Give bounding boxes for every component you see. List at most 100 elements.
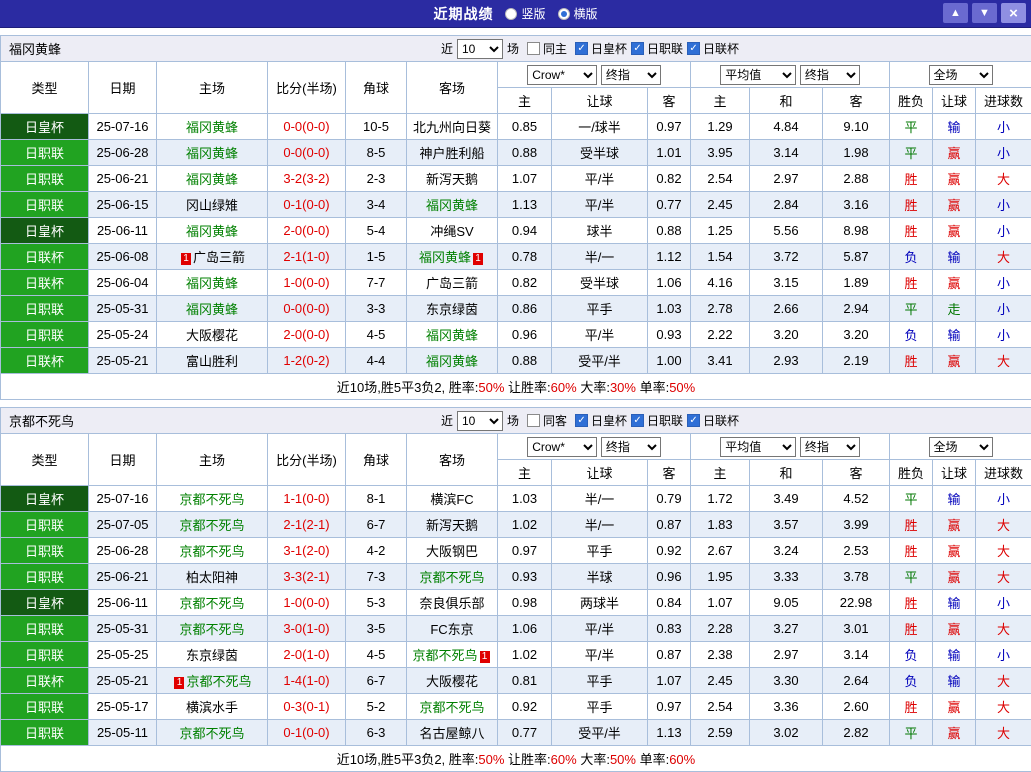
euro-home-odds: 1.29 <box>691 114 750 140</box>
col-header-type: 类型 <box>1 434 89 486</box>
outcome-cell: 平 <box>890 486 933 512</box>
asian-handicap-line: 半/一 <box>552 244 648 270</box>
home-team-cell: 东京绿茵 <box>157 642 268 668</box>
asian-away-odds: 1.13 <box>648 720 691 746</box>
cup-filter[interactable]: ✓日皇杯 <box>575 40 627 57</box>
asian-handicap-line: 半/一 <box>552 486 648 512</box>
euro-draw-odds: 3.20 <box>750 322 823 348</box>
match-row: 日皇杯25-07-16福冈黄蜂0-0(0-0)10-5北九州向日葵0.85一/球… <box>1 114 1031 140</box>
outcome-cell: 负 <box>890 244 933 270</box>
radio-unselected-icon[interactable] <box>505 8 517 20</box>
handicap-outcome-cell: 赢 <box>933 218 976 244</box>
checkbox-unchecked-icon[interactable] <box>527 414 540 427</box>
corners-cell: 8-1 <box>346 486 407 512</box>
checkbox-checked-icon[interactable]: ✓ <box>575 414 588 427</box>
scope-select[interactable]: 全场 <box>929 437 993 457</box>
col-header-home: 主场 <box>157 434 268 486</box>
match-type: 日职联 <box>1 322 89 348</box>
move-up-button[interactable]: ▲ <box>943 3 968 23</box>
recent-label: 近 <box>441 40 453 57</box>
asian-bookmaker-select[interactable]: Crow* <box>527 65 597 85</box>
col-header-away: 客场 <box>407 62 498 114</box>
checkbox-checked-icon[interactable]: ✓ <box>631 414 644 427</box>
layout-option-horizontal[interactable]: 横版 <box>558 5 598 22</box>
cup-filter[interactable]: ✓日联杯 <box>687 40 739 57</box>
sub-col-ah-line: 让球 <box>552 460 648 486</box>
euro-odds-type-select[interactable]: 终指 <box>800 437 860 457</box>
sub-col-eu-away: 客 <box>823 460 890 486</box>
cup-filter[interactable]: ✓日联杯 <box>687 412 739 429</box>
match-type: 日职联 <box>1 642 89 668</box>
summary-segment: 单率: <box>636 752 669 767</box>
close-button[interactable]: × <box>1001 3 1026 23</box>
asian-home-odds: 1.02 <box>498 512 552 538</box>
corners-cell: 5-3 <box>346 590 407 616</box>
team-label: 京都不死鸟 <box>186 674 251 689</box>
checkbox-checked-icon[interactable]: ✓ <box>687 414 700 427</box>
handicap-outcome-cell: 输 <box>933 244 976 270</box>
recent-count-select[interactable]: 10 <box>457 411 503 431</box>
radio-label-text: 竖版 <box>521 5 545 22</box>
sub-col-handicap-outcome: 让球 <box>933 460 976 486</box>
recent-count-select[interactable]: 10 <box>457 39 503 59</box>
match-row: 日职联25-06-21福冈黄蜂3-2(3-2)2-3新泻天鹅1.07平/半0.8… <box>1 166 1031 192</box>
cup-filter-label: 日联杯 <box>703 40 739 57</box>
move-down-button[interactable]: ▼ <box>972 3 997 23</box>
euro-bookmaker-select[interactable]: 平均值 <box>720 65 796 85</box>
cup-filter[interactable]: ✓日皇杯 <box>575 412 627 429</box>
checkbox-checked-icon[interactable]: ✓ <box>575 42 588 55</box>
euro-draw-odds: 3.72 <box>750 244 823 270</box>
home-team-cell: 京都不死鸟 <box>157 486 268 512</box>
euro-away-odds: 3.01 <box>823 616 890 642</box>
asian-odds-header: Crow* 终指 <box>498 434 691 460</box>
sub-col-ah-home: 主 <box>498 88 552 114</box>
red-card-badge: 1 <box>174 677 184 689</box>
euro-bookmaker-select[interactable]: 平均值 <box>720 437 796 457</box>
cup-filter[interactable]: ✓日职联 <box>631 40 683 57</box>
asian-odds-type-select[interactable]: 终指 <box>601 65 661 85</box>
checkbox-checked-icon[interactable]: ✓ <box>631 42 644 55</box>
asian-away-odds: 1.07 <box>648 668 691 694</box>
radio-selected-icon[interactable] <box>558 8 570 20</box>
team-name: 京都不死鸟 <box>9 411 74 430</box>
checkbox-checked-icon[interactable]: ✓ <box>687 42 700 55</box>
cup-filter-label: 日皇杯 <box>591 40 627 57</box>
asian-away-odds: 1.01 <box>648 140 691 166</box>
match-type: 日职联 <box>1 616 89 642</box>
home-team-cell: 京都不死鸟 <box>157 590 268 616</box>
same-venue-filter[interactable]: 同主 <box>527 40 567 57</box>
asian-bookmaker-select[interactable]: Crow* <box>527 437 597 457</box>
home-team-cell: 福冈黄蜂 <box>157 166 268 192</box>
cup-filter[interactable]: ✓日职联 <box>631 412 683 429</box>
team-label: 大阪钢巴 <box>426 544 478 559</box>
asian-odds-type-select[interactable]: 终指 <box>601 437 661 457</box>
scope-select[interactable]: 全场 <box>929 65 993 85</box>
match-date: 25-07-16 <box>89 114 157 140</box>
summary-segment: 30% <box>610 380 636 395</box>
same-venue-filter[interactable]: 同客 <box>527 412 567 429</box>
asian-handicap-line: 两球半 <box>552 590 648 616</box>
col-header-score: 比分(半场) <box>268 62 346 114</box>
home-team-cell: 京都不死鸟 <box>157 720 268 746</box>
outcome-cell: 平 <box>890 140 933 166</box>
corners-cell: 4-4 <box>346 348 407 374</box>
corners-cell: 7-3 <box>346 564 407 590</box>
match-row: 日职联25-05-17横滨水手0-3(0-1)5-2京都不死鸟0.92平手0.9… <box>1 694 1031 720</box>
euro-odds-type-select[interactable]: 终指 <box>800 65 860 85</box>
summary-row: 近10场,胜5平3负2, 胜率:50% 让胜率:60% 大率:30% 单率:50… <box>1 374 1031 400</box>
layout-option-vertical[interactable]: 竖版 <box>505 5 545 22</box>
goals-outcome-cell: 小 <box>976 296 1031 322</box>
euro-home-odds: 1.54 <box>691 244 750 270</box>
euro-draw-odds: 2.97 <box>750 166 823 192</box>
asian-home-odds: 0.82 <box>498 270 552 296</box>
euro-draw-odds: 9.05 <box>750 590 823 616</box>
score-cell: 3-0(1-0) <box>268 616 346 642</box>
euro-draw-odds: 2.97 <box>750 642 823 668</box>
summary-segment: 50% <box>478 752 504 767</box>
euro-draw-odds: 2.93 <box>750 348 823 374</box>
checkbox-unchecked-icon[interactable] <box>527 42 540 55</box>
handicap-outcome-cell: 输 <box>933 642 976 668</box>
asian-away-odds: 0.93 <box>648 322 691 348</box>
score-cell: 1-0(0-0) <box>268 270 346 296</box>
match-type: 日皇杯 <box>1 218 89 244</box>
